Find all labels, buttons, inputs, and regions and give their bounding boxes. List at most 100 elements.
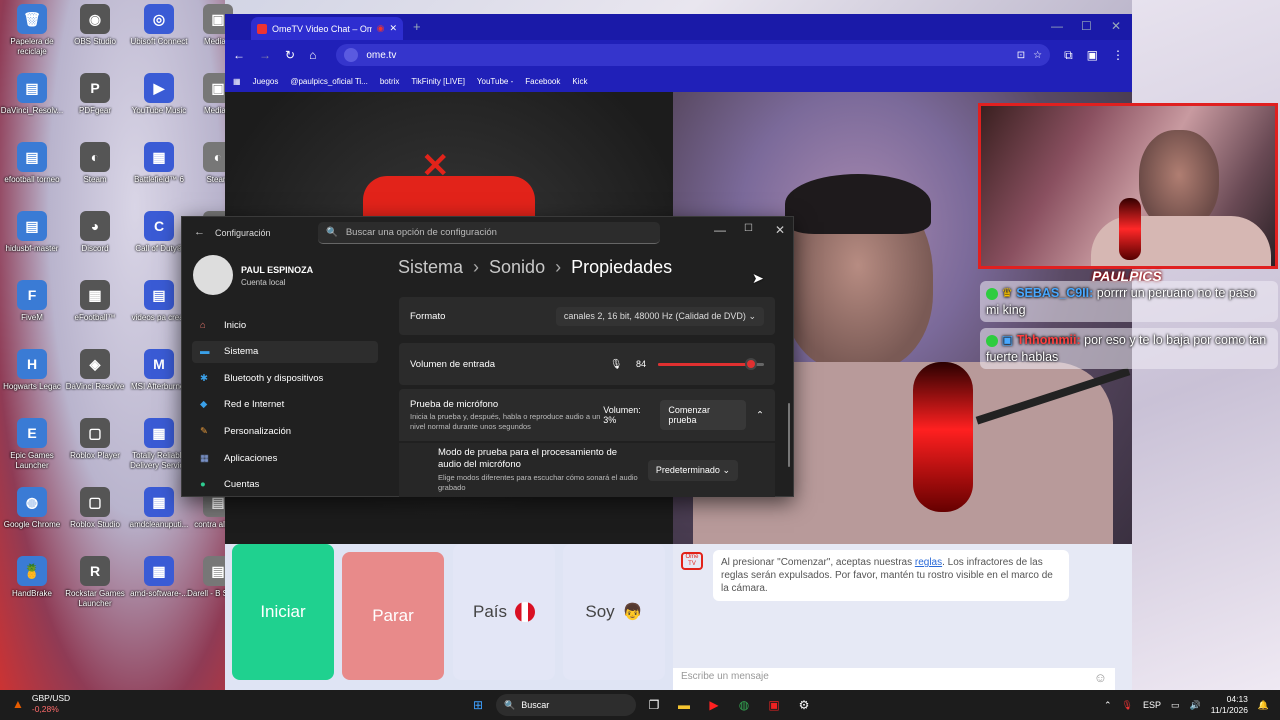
desktop-icon[interactable]: H Hogwarts Legac [0,349,64,392]
desktop-icon[interactable]: ◉ OBS Studio [63,4,127,47]
desktop-icon[interactable]: ◕ Discord [63,211,127,254]
reload-icon[interactable]: ↻ [285,48,295,62]
stock-widget[interactable]: ▲ GBP/USD -0,28% [12,693,70,715]
nav-item[interactable]: ✱ Bluetooth y dispositivos [192,367,378,389]
desktop-icon[interactable]: ◐ Steam [63,142,127,185]
app-icon: ▦ [80,280,110,310]
maximize-icon[interactable]: ☐ [1081,19,1092,33]
desktop-icon[interactable]: 🍍 HandBrake [0,556,64,599]
youtube-icon[interactable]: ▶ [702,694,726,716]
desktop-icon[interactable]: ▦ eFootball™ [63,280,127,323]
star-icon[interactable]: ☆ [1033,50,1042,61]
bookmark-item[interactable]: botrix [380,77,400,86]
clock[interactable]: 04:13 11/1/2026 [1211,694,1248,716]
tv-icon [257,23,267,34]
scrollbar[interactable] [788,403,790,467]
browser-toolbar: ← → ↻ ⌂ ome.tv ⊡ ☆ ⧉ ▣ ⋮ [225,40,1132,70]
mic-tray-icon[interactable]: 🎙 [1122,700,1133,711]
rules-link[interactable]: reglas [915,557,942,568]
country-button[interactable]: País [453,544,555,680]
stop-button[interactable]: Parar [342,552,444,680]
desktop-icon[interactable]: 🗑 Papelera de reciclaje [0,4,64,57]
windows-start-icon[interactable]: ⊞ [466,694,490,716]
nav-item[interactable]: ● Cuentas [192,474,378,496]
address-bar[interactable]: ome.tv ⊡ ☆ [336,44,1051,66]
task-view-icon[interactable]: ❐ [642,694,666,716]
nav-item[interactable]: ▦ Aplicaciones [192,447,378,469]
desktop-icon[interactable]: E Epic Games Launcher [0,418,64,471]
settings-search[interactable]: 🔍 Buscar una opción de configuración [318,222,660,244]
nav-item[interactable]: ▬ Sistema [192,340,378,363]
bookmark-item[interactable]: TikFinity [LIVE] [411,77,465,86]
menu-icon[interactable]: ⋮ [1112,48,1124,62]
bookmark-item[interactable]: Juegos [253,77,279,86]
install-icon[interactable]: ⊡ [1017,50,1025,61]
bookmark-item[interactable]: Kick [572,77,587,86]
chevron-up-icon[interactable]: ⌃ [1104,700,1112,711]
desktop-icon[interactable]: ▢ Roblox Studio [63,487,127,530]
new-tab-button[interactable]: + [413,19,421,34]
app-icon: ▤ [144,280,174,310]
volume-icon[interactable]: 🔊 [1190,700,1201,711]
chrome-icon[interactable]: ◍ [732,694,756,716]
test-mode-dropdown[interactable]: Predeterminado ⌄ [647,459,738,481]
start-test-button[interactable]: Comenzar prueba [660,400,747,430]
settings-taskbar-icon[interactable]: ⚙ [792,694,816,716]
nav-item[interactable]: ✎ Personalización [192,420,378,442]
chat-badge2-icon: ▣ [1001,333,1014,347]
desktop-icon[interactable]: ◎ Ubisoft Connect [127,4,191,47]
taskbar-search[interactable]: 🔍 Buscar [496,694,636,716]
forward-icon[interactable]: → [259,48,271,62]
language-indicator[interactable]: ESP [1143,700,1161,710]
bookmark-item[interactable]: @paulpics_oficial Ti... [290,77,368,86]
tab-ometv[interactable]: OmeTV Video Chat – Ome ◉ ✕ [251,17,403,40]
input-volume-value: 84 [635,359,646,369]
country-label: País [472,602,508,621]
site-info-icon[interactable] [344,48,359,62]
minimize-icon[interactable]: — [1051,19,1063,33]
breadcrumb-sistema[interactable]: Sistema [398,257,463,278]
network-icon[interactable]: ▭ [1171,700,1180,711]
maximize-icon[interactable]: ☐ [744,223,753,234]
desktop-icon[interactable]: ▢ Roblox Player [63,418,127,461]
close-tab-icon[interactable]: ✕ [389,23,397,34]
desktop-icon[interactable]: ▶ YouTube Music [127,73,191,116]
home-icon[interactable]: ⌂ [309,48,316,62]
bookmark-item[interactable]: YouTube - [477,77,513,86]
format-dropdown[interactable]: canales 2, 16 bit, 48000 Hz (Calidad de … [555,306,764,326]
voicemod-icon[interactable]: ▣ [762,694,786,716]
extensions-icon[interactable]: ⧉ [1064,48,1073,63]
close-icon[interactable]: ✕ [775,223,785,237]
desktop-icon[interactable]: ◈ DaVinci Resolve [63,349,127,392]
nav-item[interactable]: ◆ Red e Internet [192,394,378,416]
notification-icon[interactable]: 🔔 [1258,700,1269,711]
desktop-icon[interactable]: R Rockstar Games Launcher [63,556,127,609]
desktop-icon[interactable]: F FiveM [0,280,64,323]
desktop-icon[interactable]: ▤ efootball torneo [0,142,64,185]
back-icon[interactable]: ← [194,226,205,238]
nav-item[interactable]: ⌂ Inicio [192,314,378,336]
desktop-icon[interactable]: ▤ hidusbf-master [0,211,64,254]
app-icon: ◍ [17,487,47,517]
gender-button[interactable]: Soy 👦 [563,544,665,680]
close-icon[interactable]: ✕ [1111,19,1121,33]
emoji-icon[interactable]: ☺ [1094,670,1107,685]
mic-test-volume: Volumen: 3% [603,405,641,425]
profile-icon[interactable]: ▣ [1087,48,1098,62]
desktop-icon[interactable]: ▦ amd-software-... [127,556,191,599]
chat-input[interactable]: Escribe un mensaje ☺ [673,668,1115,690]
desktop-icon[interactable]: P PDFgear [63,73,127,116]
back-icon[interactable]: ← [233,48,245,62]
slider-thumb[interactable] [744,357,757,370]
apps-icon[interactable]: ▦ [233,77,241,86]
minimize-icon[interactable]: — [714,223,726,237]
desktop-icon[interactable]: ▤ DaVinci_Resolv... [0,73,64,116]
start-button[interactable]: Iniciar [232,544,334,680]
desktop-icon[interactable]: ◍ Google Chrome [0,487,64,530]
desktop-icon[interactable]: ▦ Battlefield™ 6 [127,142,191,185]
file-explorer-icon[interactable]: ▬ [672,694,696,716]
bookmark-item[interactable]: Facebook [525,77,560,86]
input-volume-slider[interactable] [658,357,764,370]
breadcrumb-sonido[interactable]: Sonido [489,257,545,278]
chevron-up-icon[interactable]: ⌃ [756,410,764,421]
